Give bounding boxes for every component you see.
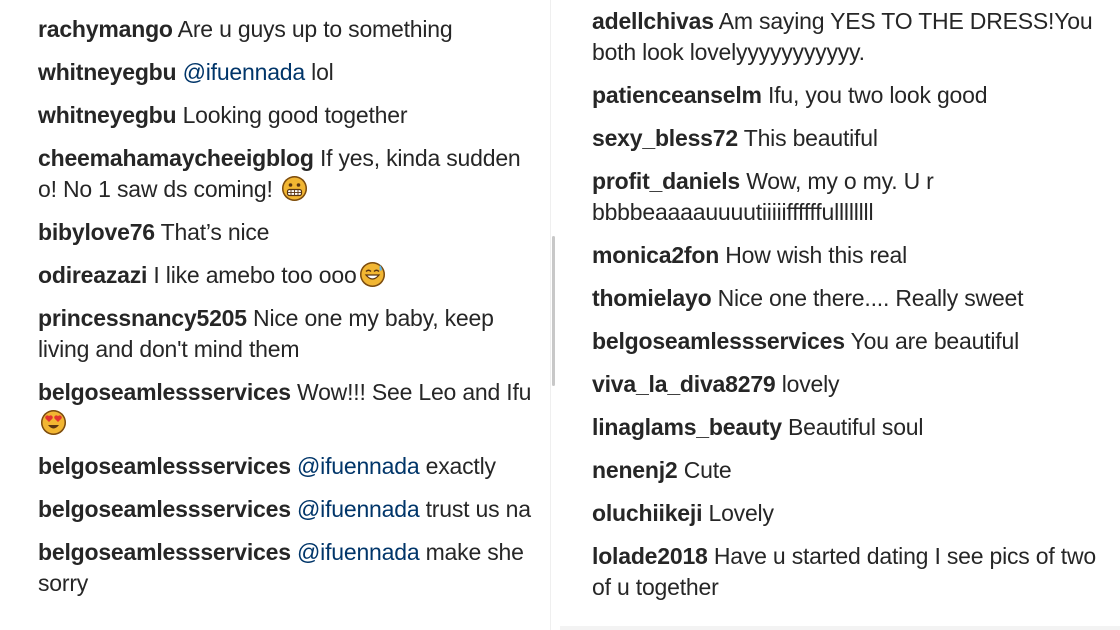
comment-item: belgoseamlessservices You are beautiful [592,326,1110,357]
bottom-border [560,626,1120,630]
comment-text: Beautiful soul [781,414,924,440]
comment-text: I like amebo too ooo [147,262,357,288]
comment-item: viva_la_diva8279 lovely [592,369,1110,400]
comment-list-right: adellchivas Am saying YES TO THE DRESS!Y… [592,6,1110,615]
comment-item: thomielayo Nice one there.... Really swe… [592,283,1110,314]
comment-item: linaglams_beauty Beautiful soul [592,412,1110,443]
comment-text: You are beautiful [844,328,1020,354]
comment-username[interactable]: belgoseamlessservices [38,453,291,479]
comment-username[interactable]: odireazazi [38,262,147,288]
comment-item: nenenj2 Cute [592,455,1110,486]
comment-username[interactable]: whitneyegbu [38,59,177,85]
comment-username[interactable]: adellchivas [592,8,714,34]
comment-text: Ifu, you two look good [761,82,988,108]
comment-username[interactable]: thomielayo [592,285,712,311]
comment-username[interactable]: nenenj2 [592,457,678,483]
comment-username[interactable]: belgoseamlessservices [38,496,291,522]
comment-item: cheemahamaycheeigblog If yes, kinda sudd… [38,143,540,205]
comment-item: princessnancy5205 Nice one my baby, keep… [38,303,540,365]
comment-item: lolade2018 Have u started dating I see p… [592,541,1110,603]
comment-username[interactable]: belgoseamlessservices [592,328,845,354]
comment-username[interactable]: bibylove76 [38,219,155,245]
right-comments-panel[interactable]: adellchivas Am saying YES TO THE DRESS!Y… [560,0,1120,630]
comment-text: lol [304,59,334,85]
comment-item: monica2fon How wish this real [592,240,1110,271]
comment-item: belgoseamlessservices @ifuennada exactly [38,451,540,482]
comment-username[interactable]: profit_daniels [592,168,740,194]
comment-username[interactable]: sexy_bless72 [592,125,738,151]
comment-item: belgoseamlessservices Wow!!! See Leo and… [38,377,540,439]
comment-item: odireazazi I like amebo too ooo [38,260,540,291]
comment-username[interactable]: rachymango [38,16,173,42]
comment-username[interactable]: cheemahamaycheeigblog [38,145,314,171]
comment-text: How wish this real [719,242,908,268]
comment-text: Wow!!! See Leo and Ifu [290,379,532,405]
grimacing-emoji-icon [281,176,307,201]
comment-item: whitneyegbu Looking good together [38,100,540,131]
comment-username[interactable]: monica2fon [592,242,719,268]
comment-text: Nice one there.... Really sweet [711,285,1024,311]
comment-item: belgoseamlessservices @ifuennada trust u… [38,494,540,525]
sweat-smile-emoji-icon [359,262,385,287]
comment-username[interactable]: oluchiikeji [592,500,702,526]
comment-text: lovely [775,371,840,397]
left-comments-panel[interactable]: rachymango Are u guys up to something whi… [0,0,550,630]
mention-link[interactable]: @ifuennada [297,496,420,522]
comment-text: Lovely [702,500,774,526]
comment-item: rachymango Are u guys up to something [38,14,540,45]
comment-item: whitneyegbu @ifuennada lol [38,57,540,88]
comment-text: Looking good together [176,102,408,128]
comment-item: profit_daniels Wow, my o my. U r bbbbeaa… [592,166,1110,228]
comment-list-left: rachymango Are u guys up to something whi… [38,14,540,611]
comment-text: exactly [419,453,496,479]
comment-username[interactable]: patienceanselm [592,82,762,108]
heart-eyes-emoji-icon [41,410,66,435]
comment-username[interactable]: lolade2018 [592,543,708,569]
comment-text: That’s nice [154,219,270,245]
comment-item: oluchiikeji Lovely [592,498,1110,529]
comment-username[interactable]: linaglams_beauty [592,414,782,440]
comment-username[interactable]: viva_la_diva8279 [592,371,776,397]
comment-item: adellchivas Am saying YES TO THE DRESS!Y… [592,6,1110,68]
mention-link[interactable]: @ifuennada [297,539,420,565]
comment-username[interactable]: princessnancy5205 [38,305,247,331]
comment-username[interactable]: belgoseamlessservices [38,539,291,565]
comment-text: Are u guys up to something [172,16,453,42]
comment-text: This beautiful [737,125,878,151]
comment-text: Cute [677,457,732,483]
comment-item: patienceanselm Ifu, you two look good [592,80,1110,111]
comment-item: bibylove76 That’s nice [38,217,540,248]
mention-link[interactable]: @ifuennada [183,59,306,85]
comment-item: belgoseamlessservices @ifuennada make sh… [38,537,540,599]
mention-link[interactable]: @ifuennada [297,453,420,479]
comment-username[interactable]: whitneyegbu [38,102,177,128]
comment-text: trust us na [419,496,531,522]
comment-username[interactable]: belgoseamlessservices [38,379,291,405]
scrollbar-thumb[interactable] [552,236,555,386]
comment-item: sexy_bless72 This beautiful [592,123,1110,154]
